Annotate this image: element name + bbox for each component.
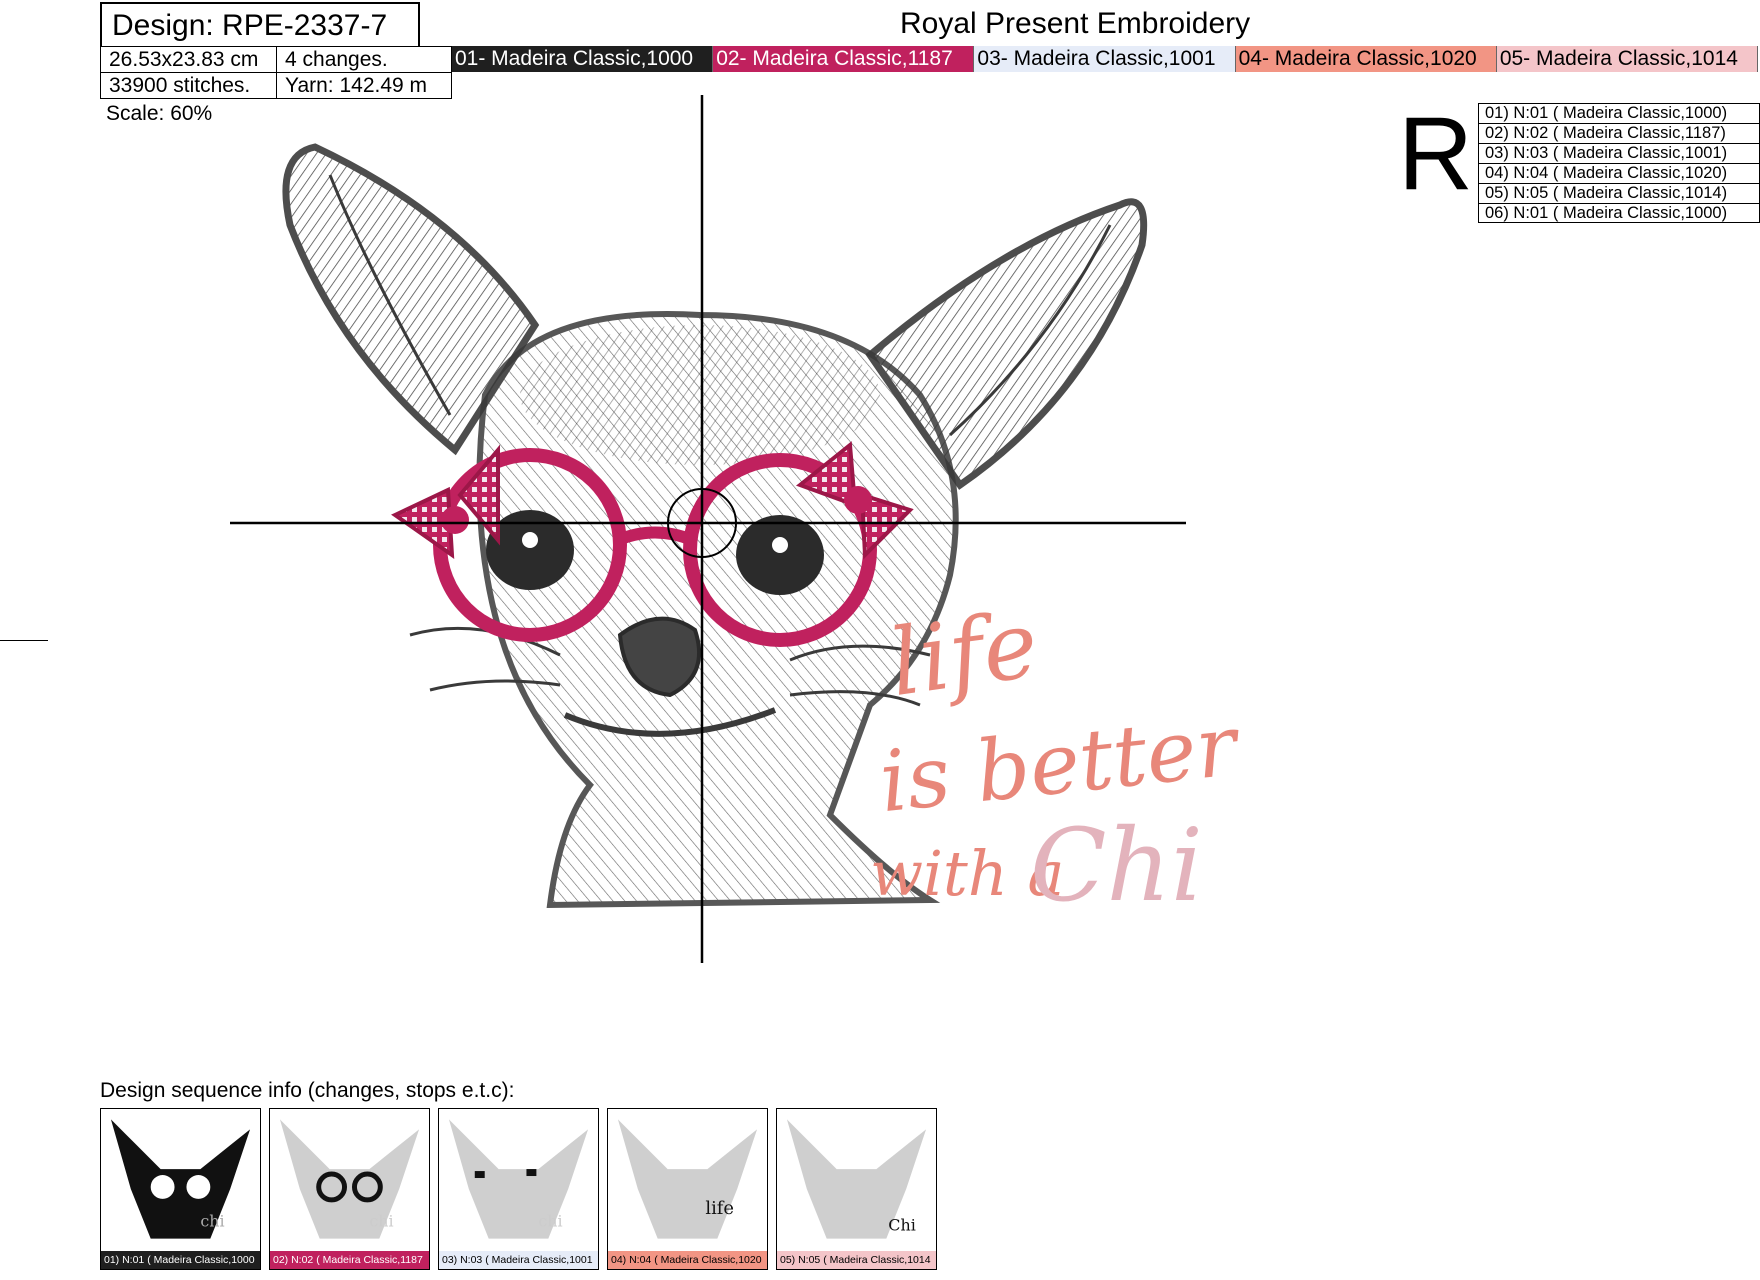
thread-label: 01- Madeira Classic,1000	[455, 47, 694, 70]
thread-swatch: 04- Madeira Classic,1020	[1235, 46, 1497, 72]
stop-item: 01) N:01 ( Madeira Classic,1000)	[1478, 103, 1760, 123]
quote-line-4: Chi	[1030, 807, 1203, 924]
sequence-thumbnail: Chi	[786, 1119, 927, 1239]
quote-line-1: life	[883, 591, 1044, 717]
thread-swatch: 03- Madeira Classic,1001	[974, 46, 1236, 72]
svg-text:Chi: Chi	[888, 1216, 915, 1235]
thread-label: 02- Madeira Classic,1187	[716, 47, 953, 70]
sequence-caption: 02) N:02 ( Madeira Classic,1187	[270, 1251, 429, 1269]
sequence-card: chi 03) N:03 ( Madeira Classic,1001	[438, 1108, 599, 1270]
sequence-card: chi 02) N:02 ( Madeira Classic,1187	[269, 1108, 430, 1270]
sequence-info-label: Design sequence info (changes, stops e.t…	[100, 1079, 515, 1102]
sequence-thumbnails: chi 01) N:01 ( Madeira Classic,1000 chi …	[100, 1108, 937, 1270]
sequence-caption: 05) N:05 ( Madeira Classic,1014	[777, 1251, 936, 1269]
sequence-caption: 01) N:01 ( Madeira Classic,1000	[101, 1251, 260, 1269]
scale-label: Scale: 60%	[106, 102, 213, 125]
stop-item: 02) N:02 ( Madeira Classic,1187)	[1478, 123, 1760, 143]
svg-text:chi: chi	[369, 1212, 393, 1231]
sequence-thumbnail: chi	[448, 1119, 589, 1239]
sequence-card: Chi 05) N:05 ( Madeira Classic,1014	[776, 1108, 937, 1270]
sequence-card: life 04) N:04 ( Madeira Classic,1020	[607, 1108, 768, 1270]
thread-swatch: 02- Madeira Classic,1187	[713, 46, 975, 72]
design-info-grid: 26.53x23.83 cm 4 changes. 33900 stitches…	[100, 46, 452, 99]
sequence-caption: 03) N:03 ( Madeira Classic,1001	[439, 1251, 598, 1269]
sequence-caption: 04) N:04 ( Madeira Classic,1020	[608, 1251, 767, 1269]
thread-label: 04- Madeira Classic,1020	[1238, 47, 1477, 70]
sequence-thumbnail: life	[617, 1119, 758, 1239]
stop-item: 04) N:04 ( Madeira Classic,1020)	[1478, 163, 1760, 183]
thread-swatch: 01- Madeira Classic,1000	[452, 46, 714, 72]
color-changes: 4 changes.	[277, 47, 451, 73]
svg-text:life: life	[705, 1198, 734, 1219]
stop-item: 05) N:05 ( Madeira Classic,1014)	[1478, 183, 1760, 203]
sequence-thumbnail: chi	[110, 1119, 251, 1239]
quote-text: life is better with a Chi	[870, 591, 1246, 924]
margin-tick	[0, 640, 48, 641]
svg-text:chi: chi	[200, 1212, 224, 1231]
stop-item: 06) N:01 ( Madeira Classic,1000)	[1478, 203, 1760, 223]
thread-label: 03- Madeira Classic,1001	[977, 47, 1216, 70]
right-eye	[736, 515, 824, 595]
orientation-mark: R	[1398, 96, 1474, 212]
sequence-thumbnail: chi	[279, 1119, 420, 1239]
brand-title: Royal Present Embroidery	[900, 7, 1251, 40]
stop-item: 03) N:03 ( Madeira Classic,1001)	[1478, 143, 1760, 163]
stop-sequence-list: 01) N:01 ( Madeira Classic,1000) 02) N:0…	[1478, 103, 1760, 223]
svg-text:chi: chi	[538, 1212, 562, 1231]
thread-label: 05- Madeira Classic,1014	[1499, 47, 1738, 70]
design-title: Design: RPE-2337-7	[100, 2, 420, 48]
design-preview: life is better with a Chi	[230, 95, 1246, 963]
thread-color-bar: 01- Madeira Classic,1000 02- Madeira Cla…	[452, 46, 1759, 72]
design-size: 26.53x23.83 cm	[101, 47, 277, 73]
sequence-card: chi 01) N:01 ( Madeira Classic,1000	[100, 1108, 261, 1270]
thread-swatch: 05- Madeira Classic,1014	[1496, 46, 1759, 72]
